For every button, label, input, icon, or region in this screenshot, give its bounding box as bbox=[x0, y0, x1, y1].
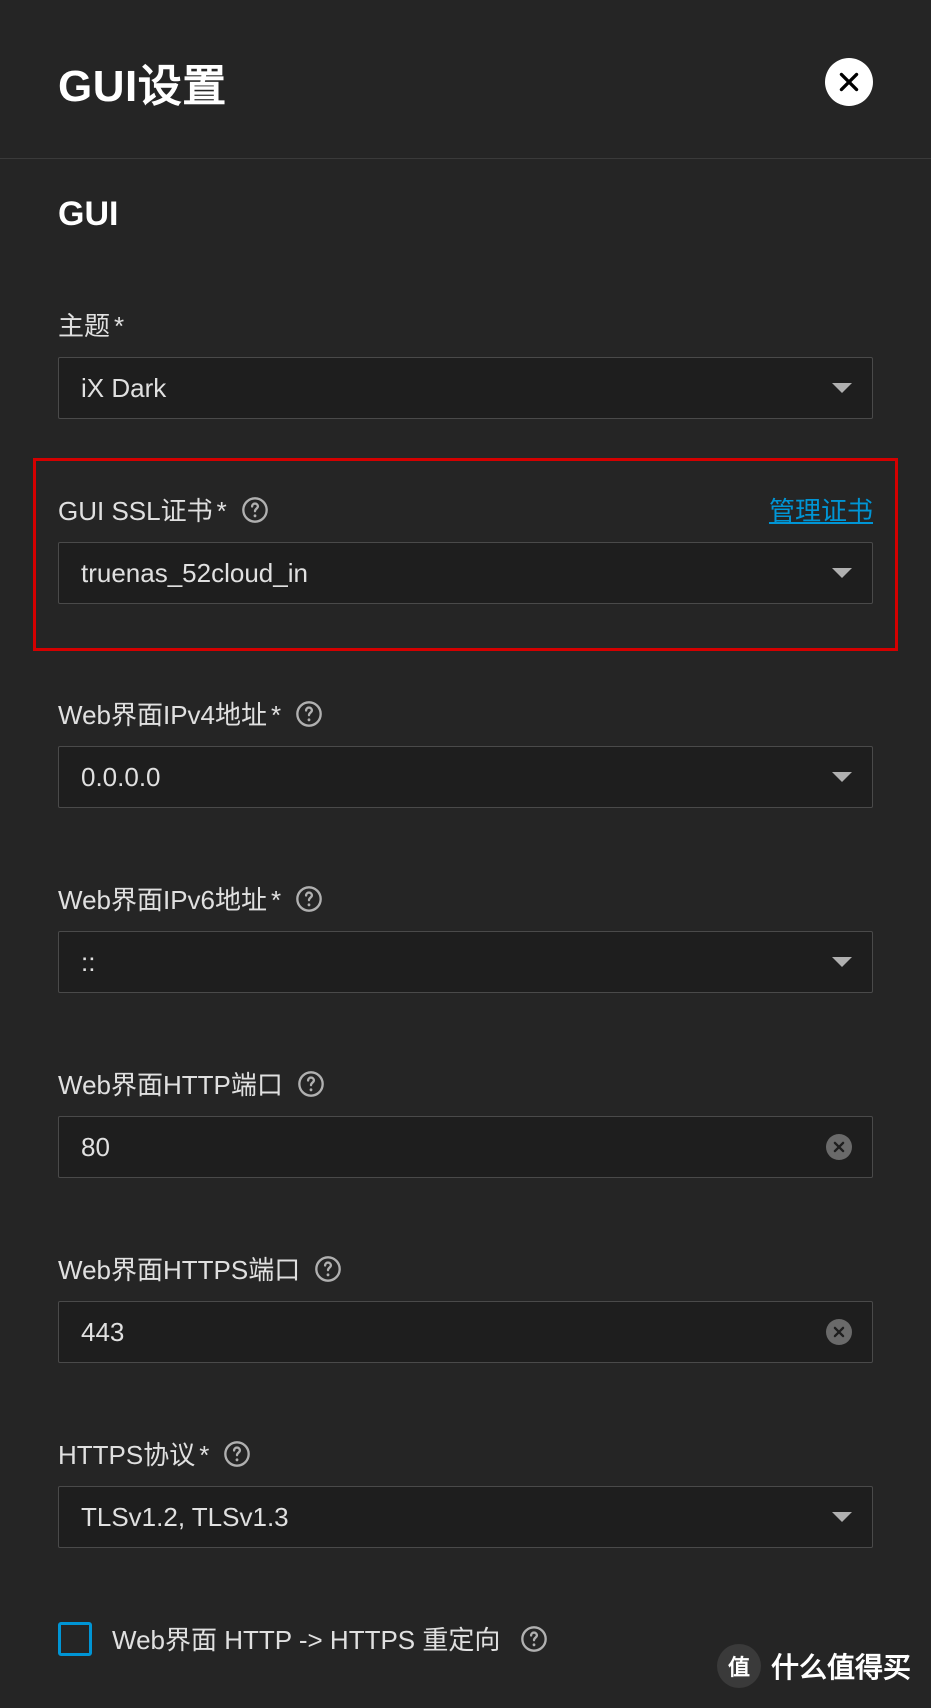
ipv6-select[interactable]: :: bbox=[58, 931, 873, 993]
watermark: 值 什么值得买 bbox=[717, 1644, 911, 1688]
field-ipv4: Web界面IPv4地址* 0.0.0.0 bbox=[58, 695, 873, 808]
chevron-down-icon bbox=[832, 383, 852, 393]
help-icon[interactable] bbox=[295, 885, 323, 913]
help-icon[interactable] bbox=[520, 1625, 548, 1653]
theme-select[interactable]: iX Dark bbox=[58, 357, 873, 419]
field-https-proto: HTTPS协议* TLSv1.2, TLSv1.3 bbox=[58, 1435, 873, 1548]
chevron-down-icon bbox=[832, 957, 852, 967]
field-http-port: Web界面HTTP端口 bbox=[58, 1065, 873, 1178]
https-proto-select[interactable]: TLSv1.2, TLSv1.3 bbox=[58, 1486, 873, 1548]
https-port-input-box bbox=[58, 1301, 873, 1363]
ssl-highlight-box: GUI SSL证书* 管理证书 truenas_52cloud_in bbox=[33, 458, 898, 651]
label-left: Web界面IPv6地址* bbox=[58, 880, 323, 917]
label-row: HTTPS协议* bbox=[58, 1435, 873, 1472]
label-left: Web界面HTTPS端口 bbox=[58, 1250, 342, 1287]
field-ipv6: Web界面IPv6地址* :: bbox=[58, 880, 873, 993]
close-icon bbox=[836, 69, 862, 95]
label-row: 主题* bbox=[58, 306, 873, 343]
close-button[interactable] bbox=[825, 58, 873, 106]
label-row: Web界面IPv6地址* bbox=[58, 880, 873, 917]
https-port-label: Web界面HTTPS端口 bbox=[58, 1250, 300, 1287]
label-row: GUI SSL证书* 管理证书 bbox=[58, 491, 873, 528]
watermark-badge: 值 bbox=[717, 1644, 761, 1688]
chevron-down-icon bbox=[832, 772, 852, 782]
label-left: Web界面IPv4地址* bbox=[58, 695, 323, 732]
settings-panel: GUI设置 GUI 主题* iX Dark GUI SSL证书* bbox=[0, 0, 931, 1708]
http-port-input[interactable] bbox=[81, 1132, 826, 1163]
theme-value: iX Dark bbox=[81, 373, 166, 404]
label-row: Web界面HTTP端口 bbox=[58, 1065, 873, 1102]
section-title-gui: GUI bbox=[58, 195, 873, 234]
help-icon[interactable] bbox=[241, 496, 269, 524]
http-port-input-box bbox=[58, 1116, 873, 1178]
label-left: GUI SSL证书* bbox=[58, 491, 269, 528]
https-proto-value: TLSv1.2, TLSv1.3 bbox=[81, 1502, 289, 1533]
ssl-cert-select[interactable]: truenas_52cloud_in bbox=[58, 542, 873, 604]
label-left: 主题* bbox=[58, 306, 124, 343]
close-icon bbox=[832, 1325, 846, 1339]
label-left: Web界面HTTP端口 bbox=[58, 1065, 325, 1102]
ipv6-value: :: bbox=[81, 947, 95, 978]
manage-cert-link[interactable]: 管理证书 bbox=[769, 491, 873, 528]
clear-button[interactable] bbox=[826, 1134, 852, 1160]
http-port-label: Web界面HTTP端口 bbox=[58, 1065, 283, 1102]
close-icon bbox=[832, 1140, 846, 1154]
help-icon[interactable] bbox=[314, 1255, 342, 1283]
ssl-cert-label: GUI SSL证书* bbox=[58, 491, 227, 528]
watermark-text: 什么值得买 bbox=[771, 1646, 911, 1686]
field-https-port: Web界面HTTPS端口 bbox=[58, 1250, 873, 1363]
panel-content: GUI 主题* iX Dark GUI SSL证书* bbox=[0, 159, 931, 1708]
label-left: HTTPS协议* bbox=[58, 1435, 251, 1472]
help-icon[interactable] bbox=[297, 1070, 325, 1098]
label-row: Web界面HTTPS端口 bbox=[58, 1250, 873, 1287]
https-port-input[interactable] bbox=[81, 1317, 826, 1348]
redirect-label: Web界面 HTTP -> HTTPS 重定向 bbox=[112, 1620, 500, 1657]
ipv4-value: 0.0.0.0 bbox=[81, 762, 161, 793]
theme-label: 主题* bbox=[58, 306, 124, 343]
panel-header: GUI设置 bbox=[0, 6, 931, 159]
panel-title: GUI设置 bbox=[58, 50, 227, 114]
ipv4-label: Web界面IPv4地址* bbox=[58, 695, 281, 732]
https-proto-label: HTTPS协议* bbox=[58, 1435, 209, 1472]
chevron-down-icon bbox=[832, 568, 852, 578]
field-theme: 主题* iX Dark bbox=[58, 306, 873, 419]
label-row: Web界面IPv4地址* bbox=[58, 695, 873, 732]
help-icon[interactable] bbox=[223, 1440, 251, 1468]
redirect-checkbox[interactable] bbox=[58, 1622, 92, 1656]
help-icon[interactable] bbox=[295, 700, 323, 728]
ssl-cert-value: truenas_52cloud_in bbox=[81, 558, 308, 589]
chevron-down-icon bbox=[832, 1512, 852, 1522]
ipv4-select[interactable]: 0.0.0.0 bbox=[58, 746, 873, 808]
ipv6-label: Web界面IPv6地址* bbox=[58, 880, 281, 917]
field-ssl-cert: GUI SSL证书* 管理证书 truenas_52cloud_in bbox=[58, 491, 873, 604]
clear-button[interactable] bbox=[826, 1319, 852, 1345]
